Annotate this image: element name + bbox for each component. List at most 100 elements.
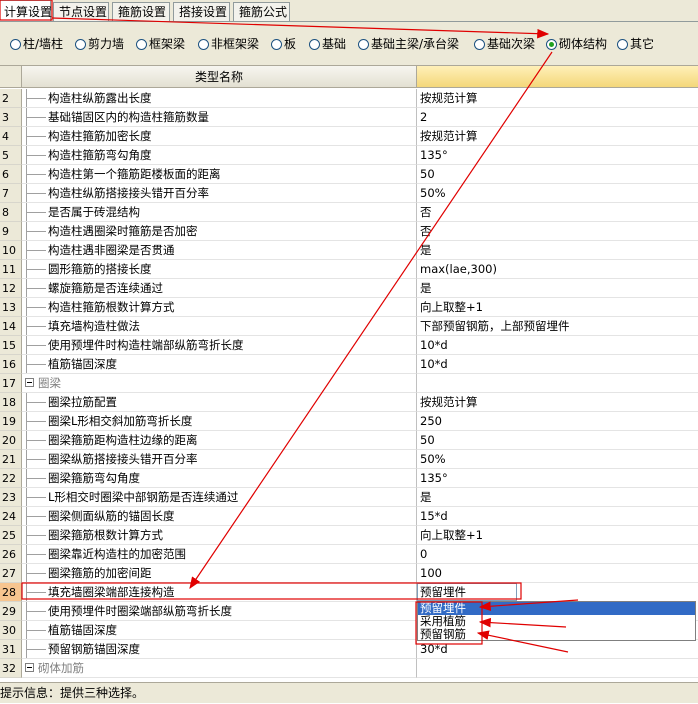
- header-type-name[interactable]: 类型名称: [22, 66, 417, 88]
- table-row[interactable]: 24 圈梁侧面纵筋的锚固长度 15*d: [0, 507, 698, 526]
- row-name-cell: 螺旋箍筋是否连续通过: [22, 279, 417, 298]
- row-value-cell[interactable]: 135°: [417, 469, 698, 488]
- row-value-cell[interactable]: 50%: [417, 184, 698, 203]
- row-value-cell[interactable]: 否: [417, 222, 698, 241]
- row-label: 构造柱箍筋弯勾角度: [48, 148, 152, 162]
- row-value-cell[interactable]: 50: [417, 431, 698, 450]
- group-row[interactable]: 32 砌体加筋: [0, 659, 698, 678]
- row-label: 构造柱遇非圈梁是否贯通: [48, 243, 175, 257]
- table-row[interactable]: 28 填充墙圈梁端部连接构造 预留埋件: [0, 583, 698, 602]
- radio-foundation-main-beam[interactable]: 基础主梁/承台梁: [358, 35, 459, 53]
- radio-masonry[interactable]: 砌体结构: [546, 35, 607, 53]
- table-row[interactable]: 13 构造柱箍筋根数计算方式 向上取整+1: [0, 298, 698, 317]
- table-row[interactable]: 22 圈梁箍筋弯勾角度 135°: [0, 469, 698, 488]
- row-value-cell[interactable]: 否: [417, 203, 698, 222]
- row-number: 10: [0, 241, 22, 260]
- row-value-cell[interactable]: 按规范计算: [417, 89, 698, 108]
- radio-other[interactable]: 其它: [617, 35, 654, 53]
- tab-node-settings[interactable]: 节点设置: [53, 2, 109, 21]
- table-row[interactable]: 23 L形相交时圈梁中部钢筋是否连续通过 是: [0, 488, 698, 507]
- grid-header: 类型名称: [0, 66, 698, 88]
- table-row[interactable]: 27 圈梁箍筋的加密间距 100: [0, 564, 698, 583]
- row-value-cell[interactable]: 是: [417, 279, 698, 298]
- radio-circle-icon: [198, 39, 209, 50]
- table-row[interactable]: 6 构造柱第一个箍筋距楼板面的距离 50: [0, 165, 698, 184]
- row-value-cell[interactable]: 下部预留钢筋，上部预留埋件: [417, 317, 698, 336]
- table-row[interactable]: 2 构造柱纵筋露出长度 按规范计算: [0, 89, 698, 108]
- table-row[interactable]: 10 构造柱遇非圈梁是否贯通 是: [0, 241, 698, 260]
- tree-line: [26, 193, 46, 194]
- value-dropdown-list[interactable]: 预留埋件 采用植筋 预留钢筋: [417, 601, 696, 641]
- tab-lap-settings[interactable]: 搭接设置: [173, 2, 230, 21]
- table-row[interactable]: 11 圆形箍筋的搭接长度 max(lae,300): [0, 260, 698, 279]
- table-row[interactable]: 25 圈梁箍筋根数计算方式 向上取整+1: [0, 526, 698, 545]
- row-name-cell: 构造柱纵筋露出长度: [22, 89, 417, 108]
- tab-stirrup-settings[interactable]: 箍筋设置: [112, 2, 170, 21]
- table-row[interactable]: 7 构造柱纵筋搭接接头错开百分率 50%: [0, 184, 698, 203]
- row-value-cell[interactable]: 10*d: [417, 336, 698, 355]
- table-row[interactable]: 16 植筋锚固深度 10*d: [0, 355, 698, 374]
- row-value-cell[interactable]: 250: [417, 412, 698, 431]
- row-value-cell[interactable]: 30*d: [417, 640, 698, 659]
- table-row[interactable]: 31 预留钢筋锚固深度 30*d: [0, 640, 698, 659]
- row-value-cell[interactable]: 50: [417, 165, 698, 184]
- row-value-cell[interactable]: 是: [417, 488, 698, 507]
- table-row[interactable]: 14 填充墙构造柱做法 下部预留钢筋，上部预留埋件: [0, 317, 698, 336]
- row-name-cell: 基础锚固区内的构造柱箍筋数量: [22, 108, 417, 127]
- radio-circle-icon: [10, 39, 21, 50]
- table-row[interactable]: 21 圈梁纵筋搭接接头错开百分率 50%: [0, 450, 698, 469]
- table-row[interactable]: 5 构造柱箍筋弯勾角度 135°: [0, 146, 698, 165]
- row-value-cell[interactable]: 100: [417, 564, 698, 583]
- table-row[interactable]: 3 基础锚固区内的构造柱箍筋数量 2: [0, 108, 698, 127]
- radio-shear-wall[interactable]: 剪力墙: [75, 35, 124, 53]
- table-row[interactable]: 8 是否属于砖混结构 否: [0, 203, 698, 222]
- table-row[interactable]: 20 圈梁箍筋距构造柱边缘的距离 50: [0, 431, 698, 450]
- row-name-cell: 是否属于砖混结构: [22, 203, 417, 222]
- row-number: 3: [0, 108, 22, 127]
- radio-column[interactable]: 柱/墙柱: [10, 35, 63, 53]
- row-name-cell: 构造柱遇圈梁时箍筋是否加密: [22, 222, 417, 241]
- row-value-cell[interactable]: 向上取整+1: [417, 298, 698, 317]
- row-label: 螺旋箍筋是否连续通过: [48, 281, 163, 295]
- radio-foundation[interactable]: 基础: [309, 35, 346, 53]
- tab-calc-settings[interactable]: 计算设置: [0, 0, 52, 22]
- dropdown-option[interactable]: 预留钢筋: [418, 628, 695, 641]
- row-value-cell[interactable]: max(lae,300): [417, 260, 698, 279]
- value-edit-combo[interactable]: 预留埋件: [417, 583, 517, 601]
- table-row[interactable]: 26 圈梁靠近构造柱的加密范围 0: [0, 545, 698, 564]
- radio-foundation-secondary-beam[interactable]: 基础次梁: [474, 35, 535, 53]
- row-name-cell: 构造柱箍筋根数计算方式: [22, 298, 417, 317]
- row-value-cell[interactable]: 15*d: [417, 507, 698, 526]
- row-value-cell[interactable]: 50%: [417, 450, 698, 469]
- category-radio-group: 柱/墙柱 剪力墙 框架梁 非框架梁 板 基础 基础主梁/承台梁 基础次梁 砌体结…: [0, 22, 698, 66]
- row-value-cell[interactable]: 0: [417, 545, 698, 564]
- table-row[interactable]: 19 圈梁L形相交斜加筋弯折长度 250: [0, 412, 698, 431]
- radio-non-frame-beam[interactable]: 非框架梁: [198, 35, 259, 53]
- tree-line: [26, 98, 46, 99]
- status-text: 提示信息：提供三种选择。: [0, 686, 145, 700]
- row-label: 植筋锚固深度: [48, 623, 117, 637]
- row-label: 植筋锚固深度: [48, 357, 117, 371]
- collapse-icon[interactable]: [25, 378, 34, 387]
- table-row[interactable]: 12 螺旋箍筋是否连续通过 是: [0, 279, 698, 298]
- radio-slab[interactable]: 板: [271, 35, 296, 53]
- row-value-cell[interactable]: 按规范计算: [417, 127, 698, 146]
- row-value-cell[interactable]: 向上取整+1: [417, 526, 698, 545]
- table-row[interactable]: 4 构造柱箍筋加密长度 按规范计算: [0, 127, 698, 146]
- tree-line: [26, 630, 46, 631]
- row-value-cell[interactable]: 2: [417, 108, 698, 127]
- group-row[interactable]: 17 圈梁: [0, 374, 698, 393]
- radio-frame-beam[interactable]: 框架梁: [136, 35, 185, 53]
- header-value[interactable]: [417, 66, 698, 88]
- row-value-cell[interactable]: 10*d: [417, 355, 698, 374]
- tab-stirrup-formula[interactable]: 箍筋公式: [233, 2, 290, 21]
- row-value-cell[interactable]: 135°: [417, 146, 698, 165]
- row-value-cell[interactable]: 按规范计算: [417, 393, 698, 412]
- table-row[interactable]: 18 圈梁拉筋配置 按规范计算: [0, 393, 698, 412]
- table-row[interactable]: 9 构造柱遇圈梁时箍筋是否加密 否: [0, 222, 698, 241]
- tree-line: [26, 573, 46, 574]
- table-row[interactable]: 15 使用预埋件时构造柱端部纵筋弯折长度 10*d: [0, 336, 698, 355]
- row-value-cell[interactable]: 是: [417, 241, 698, 260]
- row-number: 20: [0, 431, 22, 450]
- collapse-icon[interactable]: [25, 663, 34, 672]
